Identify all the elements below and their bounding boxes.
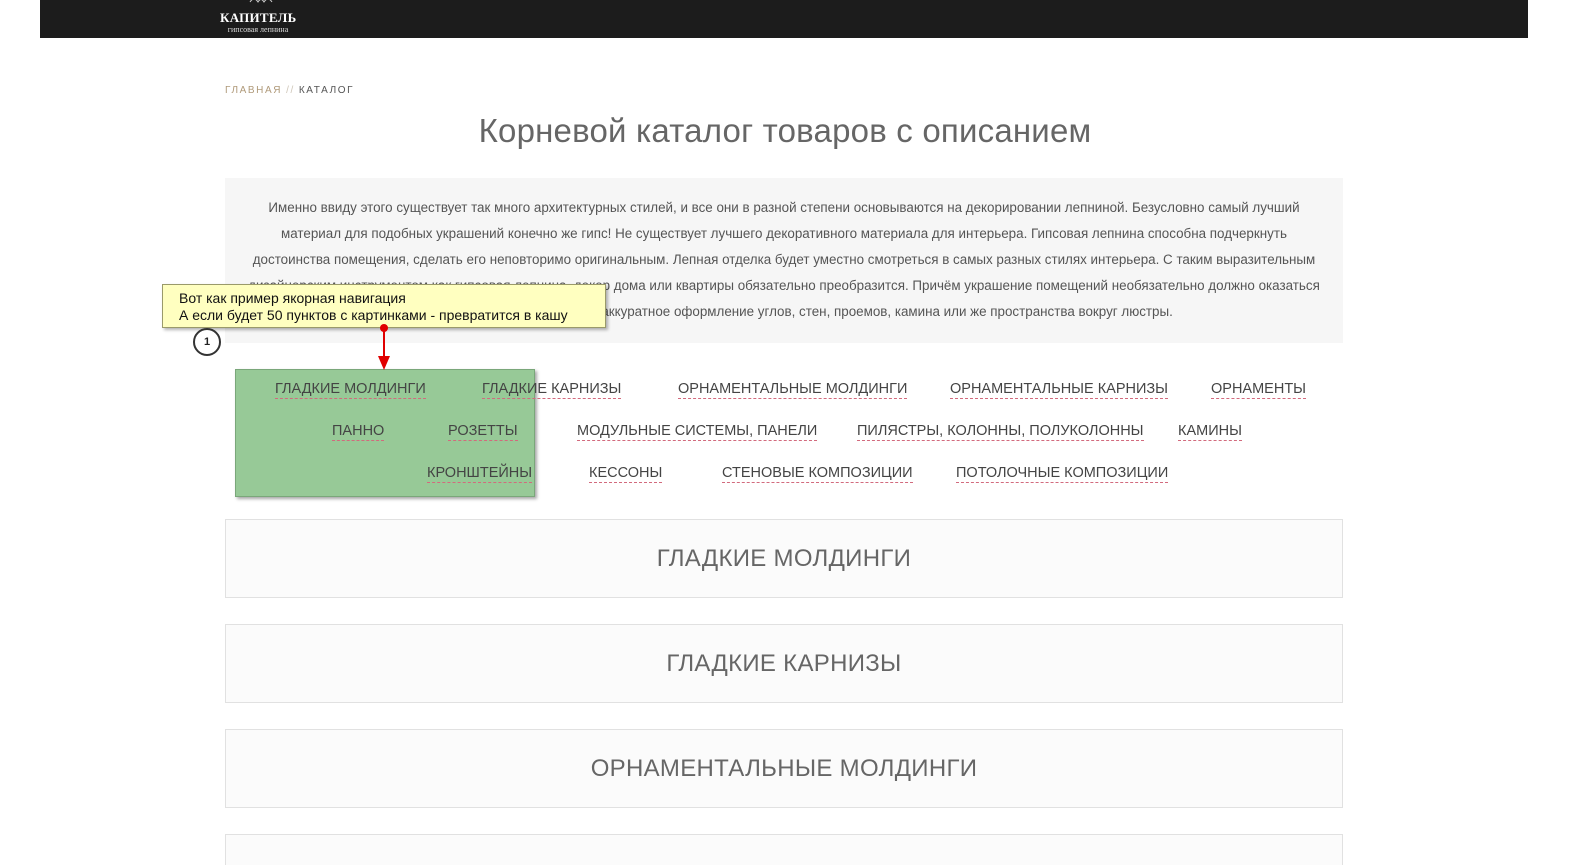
page-title: Корневой каталог товаров с описанием	[478, 112, 1092, 149]
section-title: ГЛАДКИЕ МОЛДИНГИ	[656, 545, 912, 572]
site-logo[interactable]: КАПИТЕЛЬ гипсовая лепнина	[220, 0, 300, 38]
breadcrumb-separator: //	[286, 85, 295, 96]
top-bar: КАПИТЕЛЬ гипсовая лепнина	[40, 0, 1528, 38]
breadcrumb: ГЛАВНАЯ //КАТАЛОГ	[225, 85, 354, 96]
logo-name: КАПИТЕЛЬ	[220, 10, 297, 25]
logo-subtitle: гипсовая лепнина	[227, 25, 289, 34]
annotation-line-1: Вот как пример якорная навигация	[179, 290, 406, 306]
anchor-link-fireplaces[interactable]: КАМИНЫ	[1178, 422, 1242, 441]
anchor-link-ornamental-cornices[interactable]: ОРНАМЕНТАЛЬНЫЕ КАРНИЗЫ	[950, 380, 1168, 399]
anchor-link-pilasters-columns[interactable]: ПИЛЯСТРЫ, КОЛОННЫ, ПОЛУКОЛОННЫ	[857, 422, 1144, 441]
catalog-section-smooth-cornices[interactable]: ГЛАДКИЕ КАРНИЗЫ	[225, 624, 1343, 703]
annotation-arrow-icon	[378, 324, 390, 370]
anchor-link-coffers[interactable]: КЕССОНЫ	[589, 464, 663, 483]
anchor-link-modular-systems[interactable]: МОДУЛЬНЫЕ СИСТЕМЫ, ПАНЕЛИ	[577, 422, 818, 441]
section-title: ОРНАМЕНТАЛЬНЫЕ МОЛДИНГИ	[590, 755, 978, 782]
breadcrumb-current: КАТАЛОГ	[298, 85, 355, 96]
annotation-line-2: А если будет 50 пунктов с картинками - п…	[179, 307, 568, 323]
catalog-section-next[interactable]	[225, 834, 1343, 865]
breadcrumb-home-link[interactable]: ГЛАВНАЯ	[225, 85, 282, 96]
anchor-link-wall-compositions[interactable]: СТЕНОВЫЕ КОМПОЗИЦИИ	[722, 464, 913, 483]
anchor-link-ceiling-compositions[interactable]: ПОТОЛОЧНЫЕ КОМПОЗИЦИИ	[956, 464, 1169, 483]
anchor-link-panels[interactable]: ПАННО	[332, 422, 385, 441]
anchor-link-ornaments[interactable]: ОРНАМЕНТЫ	[1211, 380, 1307, 399]
annotation-number-badge: 1	[193, 328, 221, 356]
anchor-link-ornamental-moldings[interactable]: ОРНАМЕНТАЛЬНЫЕ МОЛДИНГИ	[678, 380, 908, 399]
catalog-section-smooth-moldings[interactable]: ГЛАДКИЕ МОЛДИНГИ	[225, 519, 1343, 598]
logo-ornament-icon	[249, 0, 273, 3]
anchor-link-smooth-moldings[interactable]: ГЛАДКИЕ МОЛДИНГИ	[275, 380, 426, 399]
anchor-link-rosettes[interactable]: РОЗЕТТЫ	[448, 422, 518, 441]
section-title: ГЛАДКИЕ КАРНИЗЫ	[666, 650, 902, 677]
anchor-link-brackets[interactable]: КРОНШТЕЙНЫ	[427, 464, 533, 483]
anchor-link-smooth-cornices[interactable]: ГЛАДКИЕ КАРНИЗЫ	[482, 380, 622, 399]
catalog-section-ornamental-moldings[interactable]: ОРНАМЕНТАЛЬНЫЕ МОЛДИНГИ	[225, 729, 1343, 808]
